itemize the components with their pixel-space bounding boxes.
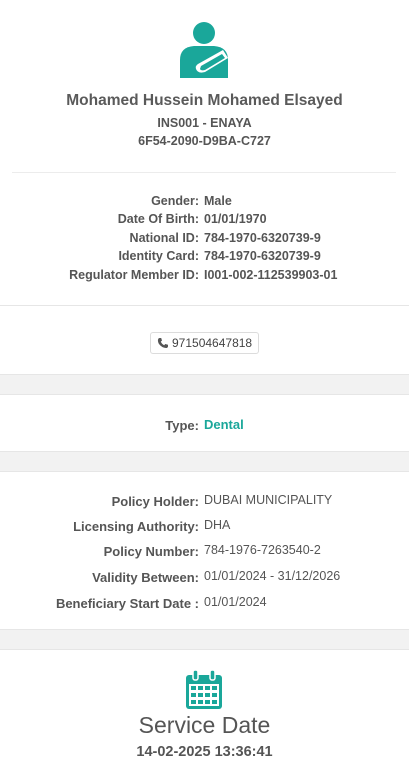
policy-label: Licensing Authority:: [73, 519, 199, 534]
member-uid: 6F54-2090-D9BA-C727: [138, 134, 271, 148]
detail-row-national-id: National ID: 784-1970-6320739-9: [0, 231, 409, 249]
detail-label: Regulator Member ID:: [69, 268, 199, 282]
phone-badge[interactable]: 971504647818: [150, 332, 259, 354]
detail-row-regulator-id: Regulator Member ID: I001-002-112539903-…: [0, 268, 409, 286]
service-datetime: 14-02-2025 13:36:41: [136, 744, 273, 760]
policy-label: Beneficiary Start Date :: [55, 596, 199, 611]
policy-value: DUBAI MUNICIPALITY: [204, 493, 333, 507]
calendar-icon: [186, 670, 222, 709]
policy-label: Policy Number:: [103, 544, 199, 559]
contact-section: 971504647818: [0, 306, 409, 374]
policy-row-number: Policy Number: 784-1976-7263540-2: [0, 543, 409, 564]
detail-value: 784-1970-6320739-9: [204, 249, 321, 263]
detail-row-dob: Date Of Birth: 01/01/1970: [0, 212, 409, 230]
section-separator: [0, 451, 409, 472]
policy-row-start-date: Beneficiary Start Date : 01/01/2024: [0, 595, 409, 616]
detail-label: Date Of Birth:: [117, 212, 199, 226]
detail-label: National ID:: [129, 231, 199, 245]
policy-value: 01/01/2024: [204, 595, 267, 609]
member-profile: Mohamed Hussein Mohamed Elsayed INS001 -…: [0, 0, 409, 306]
detail-label: Identity Card:: [118, 249, 199, 263]
detail-row-identity-card: Identity Card: 784-1970-6320739-9: [0, 249, 409, 267]
policy-row-holder: Policy Holder: DUBAI MUNICIPALITY: [0, 493, 409, 514]
section-separator: [0, 629, 409, 650]
policy-section: Policy Holder: DUBAI MUNICIPALITY Licens…: [0, 472, 409, 629]
policy-label: Policy Holder:: [111, 494, 199, 509]
section-separator: [0, 374, 409, 395]
policy-label: Validity Between:: [92, 570, 199, 585]
detail-value: I001-002-112539903-01: [204, 268, 338, 282]
policy-value: DHA: [204, 518, 231, 532]
policy-value: 01/01/2024 - 31/12/2026: [204, 569, 341, 583]
patient-arm-sling-icon: [180, 22, 228, 78]
detail-value: 784-1970-6320739-9: [204, 231, 321, 245]
divider: [12, 172, 396, 173]
phone-icon: [157, 338, 168, 348]
detail-value: 01/01/1970: [204, 212, 267, 226]
phone-number: 971504647818: [172, 336, 253, 350]
policy-row-licensing-authority: Licensing Authority: DHA: [0, 518, 409, 539]
type-value: Dental: [204, 417, 244, 432]
type-label: Type:: [165, 418, 199, 433]
policy-row-validity: Validity Between: 01/01/2024 - 31/12/202…: [0, 569, 409, 590]
service-date-title: Service Date: [138, 712, 271, 738]
coverage-type-section: Type: Dental: [0, 395, 409, 451]
detail-row-gender: Gender: Male: [0, 194, 409, 212]
detail-value: Male: [204, 194, 232, 208]
insurer-code: INS001 - ENAYA: [157, 116, 252, 130]
service-section: Service Date 14-02-2025 13:36:41: [0, 650, 409, 783]
policy-value: 784-1976-7263540-2: [204, 543, 321, 557]
member-name: Mohamed Hussein Mohamed Elsayed: [66, 92, 343, 109]
detail-label: Gender:: [151, 194, 199, 208]
